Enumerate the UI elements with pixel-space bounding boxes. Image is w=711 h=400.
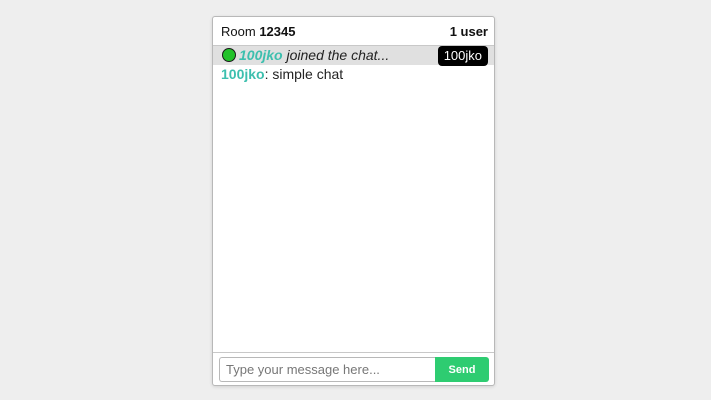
message-list[interactable]: 100jko joined the chat... 100jko 100jko:…: [213, 46, 494, 352]
message-input[interactable]: [219, 357, 435, 382]
username-tooltip: 100jko: [437, 46, 488, 66]
room-title: Room 12345: [221, 24, 295, 39]
chat-username[interactable]: 100jko: [221, 66, 265, 82]
composer: Send: [213, 352, 494, 385]
chat-message: 100jko: simple chat: [213, 65, 494, 84]
room-label: Room: [221, 24, 256, 39]
join-username: 100jko: [239, 47, 283, 63]
online-dot-icon: [222, 48, 236, 62]
user-count[interactable]: 1 user: [450, 24, 488, 39]
chat-header: Room 12345 1 user: [213, 17, 494, 46]
send-button[interactable]: Send: [435, 357, 489, 382]
chat-window: Room 12345 1 user 100jko joined the chat…: [212, 16, 495, 386]
join-message: 100jko joined the chat... 100jko: [213, 46, 494, 66]
chat-text: simple chat: [268, 66, 344, 82]
room-id: 12345: [259, 24, 296, 39]
join-text: joined the chat...: [286, 47, 390, 63]
